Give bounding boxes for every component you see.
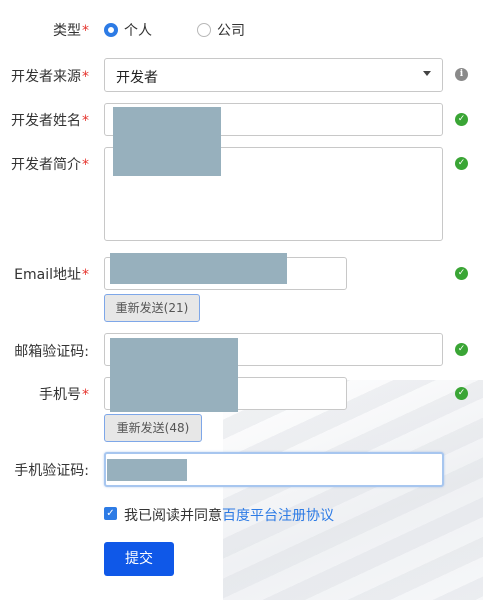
info-icon[interactable]: i	[455, 68, 468, 81]
agreement-link[interactable]: 百度平台注册协议	[222, 508, 334, 524]
phone-resend-button[interactable]: 重新发送(48)	[104, 414, 202, 442]
check-circle-icon: ✓	[455, 387, 468, 400]
radio-personal-label[interactable]: 个人	[124, 20, 152, 40]
radio-company[interactable]	[197, 23, 211, 37]
redacted-block	[113, 107, 221, 176]
radio-company-label[interactable]: 公司	[217, 20, 245, 40]
check-circle-icon: ✓	[455, 157, 468, 170]
check-circle-icon: ✓	[455, 113, 468, 126]
redacted-block	[107, 459, 187, 481]
redacted-block	[110, 338, 238, 412]
email-code-label: 邮箱验证码:	[14, 344, 89, 360]
source-select-value: 开发者	[116, 70, 158, 86]
radio-personal[interactable]	[104, 23, 118, 37]
email-resend-button[interactable]: 重新发送(21)	[104, 294, 200, 322]
check-circle-icon: ✓	[455, 267, 468, 280]
agreement-checkbox[interactable]: ✓	[104, 507, 117, 520]
redacted-block	[110, 253, 287, 284]
submit-button[interactable]: 提交	[104, 542, 174, 576]
agreement-text: 我已阅读并同意百度平台注册协议	[124, 508, 334, 524]
keyboard-background-image	[223, 380, 483, 600]
type-label: 类型*	[53, 23, 89, 39]
source-label: 开发者来源*	[11, 69, 89, 85]
check-circle-icon: ✓	[455, 343, 468, 356]
phone-code-label: 手机验证码:	[14, 463, 89, 479]
intro-label: 开发者简介*	[11, 157, 89, 173]
chevron-down-icon	[423, 71, 431, 76]
name-label: 开发者姓名*	[11, 113, 89, 129]
phone-label: 手机号*	[39, 387, 89, 403]
email-label: Email地址*	[14, 267, 89, 283]
